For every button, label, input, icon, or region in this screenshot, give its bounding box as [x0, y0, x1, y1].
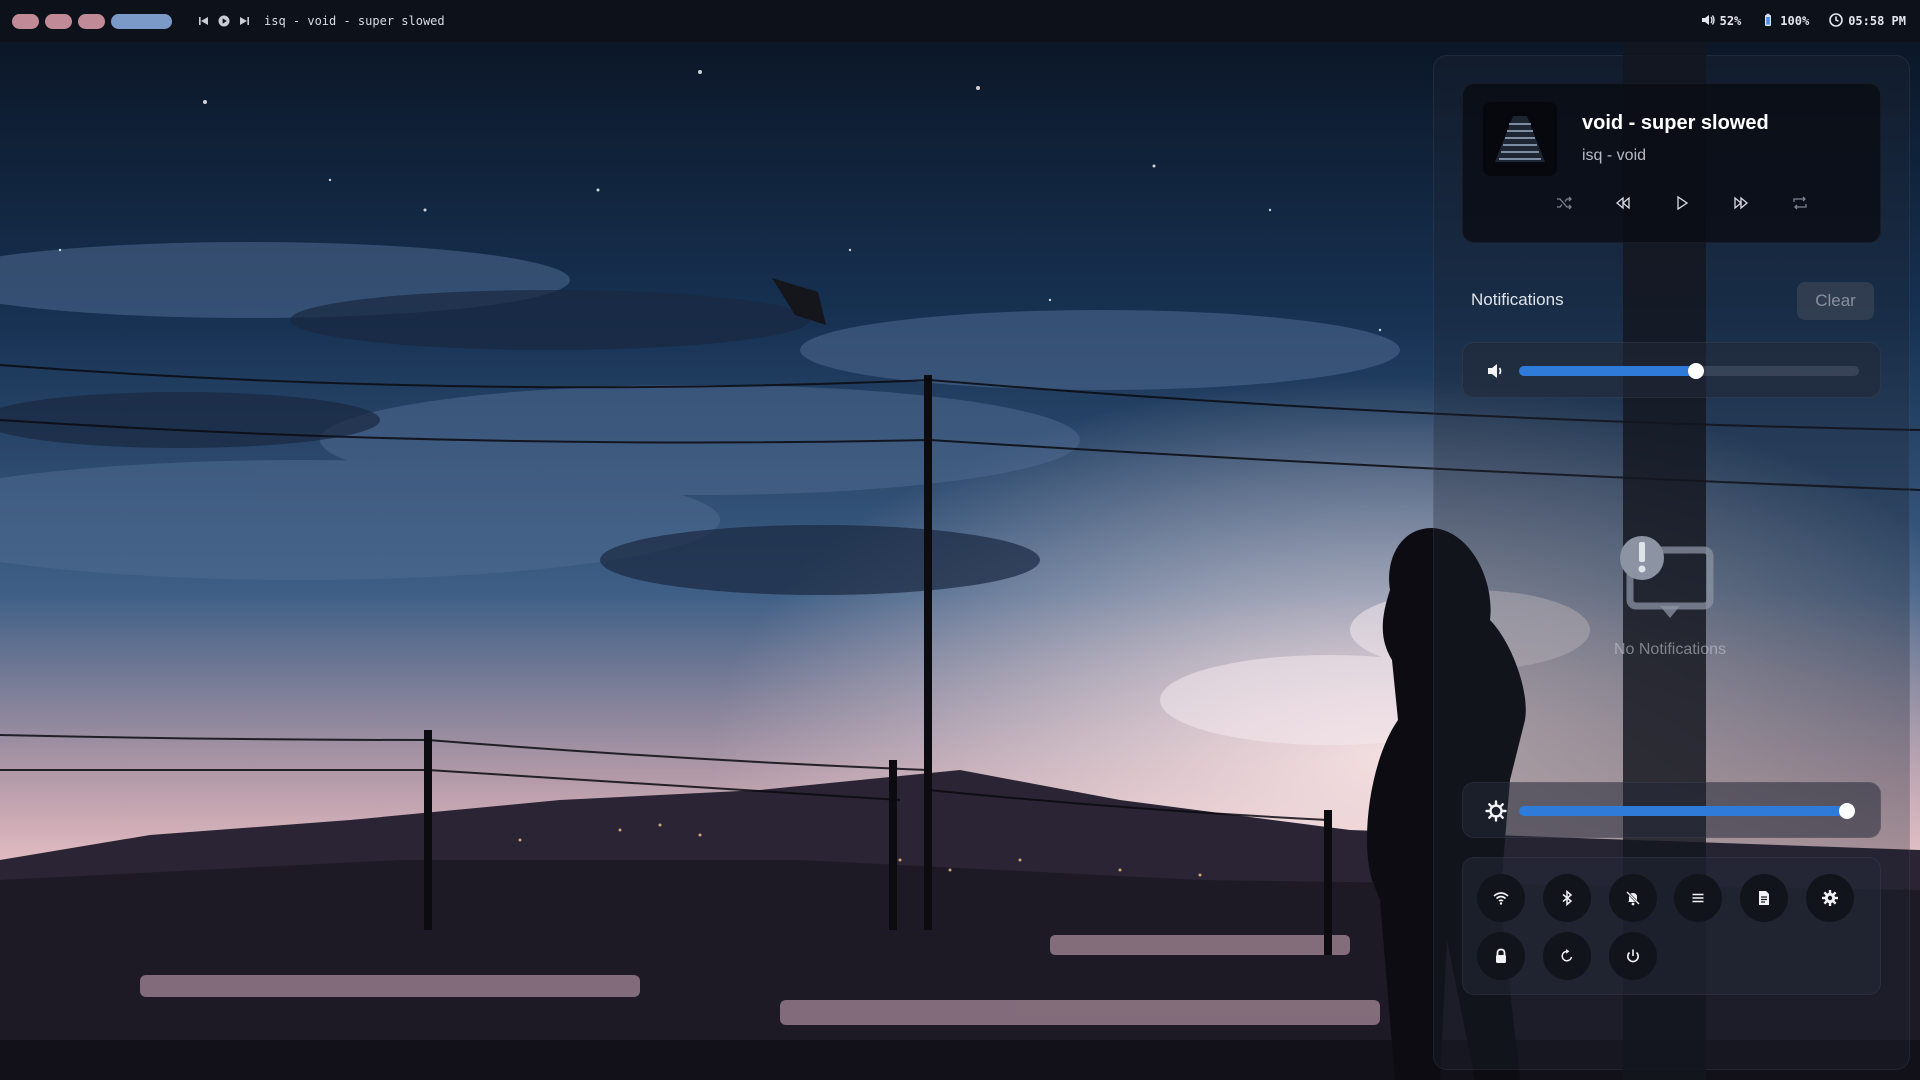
clock-icon	[1829, 12, 1844, 30]
no-notifications-label: No Notifications	[1613, 641, 1727, 658]
no-notifications-icon	[1610, 532, 1730, 622]
media-player-card: void - super slowed isq - void	[1462, 83, 1881, 243]
workspace-switcher	[12, 13, 172, 29]
sun-icon[interactable]	[1485, 800, 1507, 822]
bar-media-controls	[198, 15, 250, 27]
album-cover	[1483, 102, 1557, 176]
media-artist: isq - void	[1582, 147, 1647, 164]
volume-indicator[interactable]: 52%	[1701, 13, 1742, 30]
system-tray: 52% 100% 05:58 PM	[1701, 0, 1906, 42]
clock[interactable]: 05:58 PM	[1829, 12, 1906, 30]
speaker-icon	[1701, 13, 1715, 30]
brightness-slider-fill	[1519, 806, 1847, 816]
workspace-1-button[interactable]	[12, 13, 39, 29]
restart-icon[interactable]	[1543, 932, 1591, 980]
volume-slider-knob[interactable]	[1687, 363, 1704, 379]
battery-indicator[interactable]: 100%	[1761, 13, 1809, 30]
document-icon[interactable]	[1740, 874, 1788, 922]
menu-icon[interactable]	[1674, 874, 1722, 922]
volume-slider[interactable]	[1519, 363, 1859, 379]
brightness-slider[interactable]	[1519, 803, 1855, 819]
volume-slider-card	[1462, 342, 1881, 398]
play-icon[interactable]	[218, 15, 230, 27]
brightness-slider-knob[interactable]	[1839, 803, 1855, 819]
repeat-icon[interactable]	[1789, 192, 1811, 214]
workspace-3-button[interactable]	[78, 13, 105, 29]
wifi-icon[interactable]	[1477, 874, 1525, 922]
clock-time: 05:58 PM	[1848, 14, 1906, 28]
clear-notifications-button[interactable]: Clear	[1797, 282, 1874, 320]
media-song-title: void - super slowed	[1582, 112, 1769, 134]
power-icon[interactable]	[1609, 932, 1657, 980]
notifications-title: Notifications	[1471, 290, 1564, 309]
top-bar: isq - void - super slowed 52% 100% 05:58…	[0, 0, 1920, 42]
play-icon[interactable]	[1671, 192, 1693, 214]
workspace-4-button[interactable]	[111, 13, 172, 29]
battery-value: 100%	[1780, 14, 1810, 28]
speaker-icon[interactable]	[1485, 360, 1507, 382]
previous-icon[interactable]	[198, 15, 210, 27]
workspace-2-button[interactable]	[45, 13, 72, 29]
volume-slider-fill	[1519, 366, 1696, 376]
brightness-slider-card	[1462, 782, 1881, 838]
bluetooth-icon[interactable]	[1543, 874, 1591, 922]
lock-icon[interactable]	[1477, 932, 1525, 980]
next-icon[interactable]	[238, 15, 250, 27]
quick-settings-card	[1462, 857, 1881, 995]
rewind-icon[interactable]	[1612, 192, 1634, 214]
fast-forward-icon[interactable]	[1730, 192, 1752, 214]
media-controls	[1553, 192, 1811, 214]
bell-off-icon[interactable]	[1609, 874, 1657, 922]
bar-media-title[interactable]: isq - void - super slowed	[264, 14, 445, 28]
volume-value: 52%	[1719, 14, 1742, 28]
shuffle-icon[interactable]	[1553, 192, 1575, 214]
gear-icon[interactable]	[1806, 874, 1854, 922]
battery-icon	[1761, 13, 1775, 30]
